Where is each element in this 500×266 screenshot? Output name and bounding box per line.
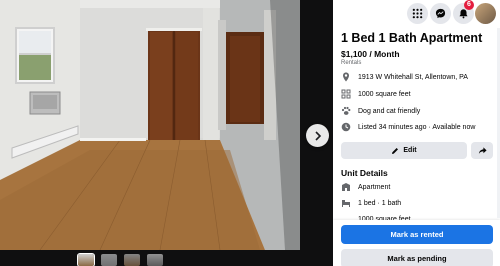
listing-title: 1 Bed 1 Bath Apartment <box>341 31 483 45</box>
detail-row-listed: Listed 34 minutes ago · Available now <box>341 121 475 133</box>
thumbnail-strip <box>0 250 333 266</box>
chevron-right-icon <box>314 130 321 141</box>
photo-viewer <box>0 0 333 266</box>
top-bar: 6 <box>333 0 500 28</box>
detail-row-size: 1000 square feet <box>341 88 411 100</box>
edit-button[interactable]: Edit <box>341 142 467 159</box>
menu-button[interactable] <box>407 3 428 24</box>
bed-bath-icon <box>341 198 351 208</box>
clock-icon <box>341 122 351 132</box>
unit-details-heading: Unit Details <box>341 168 388 178</box>
listing-photo <box>0 0 300 250</box>
detail-text: Dog and cat friendly <box>358 107 421 115</box>
thumbnail[interactable] <box>124 254 140 266</box>
listing-price: $1,100 / Month <box>341 49 400 59</box>
unit-row-type: Apartment <box>341 181 390 193</box>
listing-category: Rentals <box>341 60 362 66</box>
mark-as-rented-button[interactable]: Mark as rented <box>341 225 493 244</box>
location-pin-icon <box>341 72 351 82</box>
unit-text: Apartment <box>358 183 391 191</box>
avatar[interactable] <box>475 3 496 24</box>
edit-label: Edit <box>403 147 417 154</box>
pencil-icon <box>392 147 399 154</box>
floorplan-icon <box>341 89 351 99</box>
grid-menu-icon <box>412 8 423 19</box>
detail-text: Listed 34 minutes ago · Available now <box>358 123 476 131</box>
detail-text: 1000 square feet <box>358 90 411 98</box>
thumbnail[interactable] <box>147 254 163 266</box>
paw-icon <box>341 106 351 116</box>
detail-row-location: 1913 W Whitehall St, Allentown, PA <box>341 71 468 83</box>
messenger-icon <box>435 8 446 19</box>
listing-details-panel: 6 1 Bed 1 Bath Apartment $1,100 / Month … <box>333 0 500 266</box>
unit-row-beds: 1 bed · 1 bath <box>341 197 401 209</box>
share-arrow-icon <box>478 147 487 154</box>
mark-as-pending-button[interactable]: Mark as pending <box>341 249 493 266</box>
share-button[interactable] <box>471 142 493 159</box>
thumbnail[interactable] <box>101 254 117 266</box>
detail-text: 1913 W Whitehall St, Allentown, PA <box>358 73 468 81</box>
building-icon <box>341 182 351 192</box>
detail-row-pets: Dog and cat friendly <box>341 105 420 117</box>
notification-badge: 6 <box>464 0 474 10</box>
thumbnail[interactable] <box>77 253 95 266</box>
messenger-button[interactable] <box>430 3 451 24</box>
next-photo-button[interactable] <box>306 124 329 147</box>
unit-text: 1 bed · 1 bath <box>358 199 402 207</box>
